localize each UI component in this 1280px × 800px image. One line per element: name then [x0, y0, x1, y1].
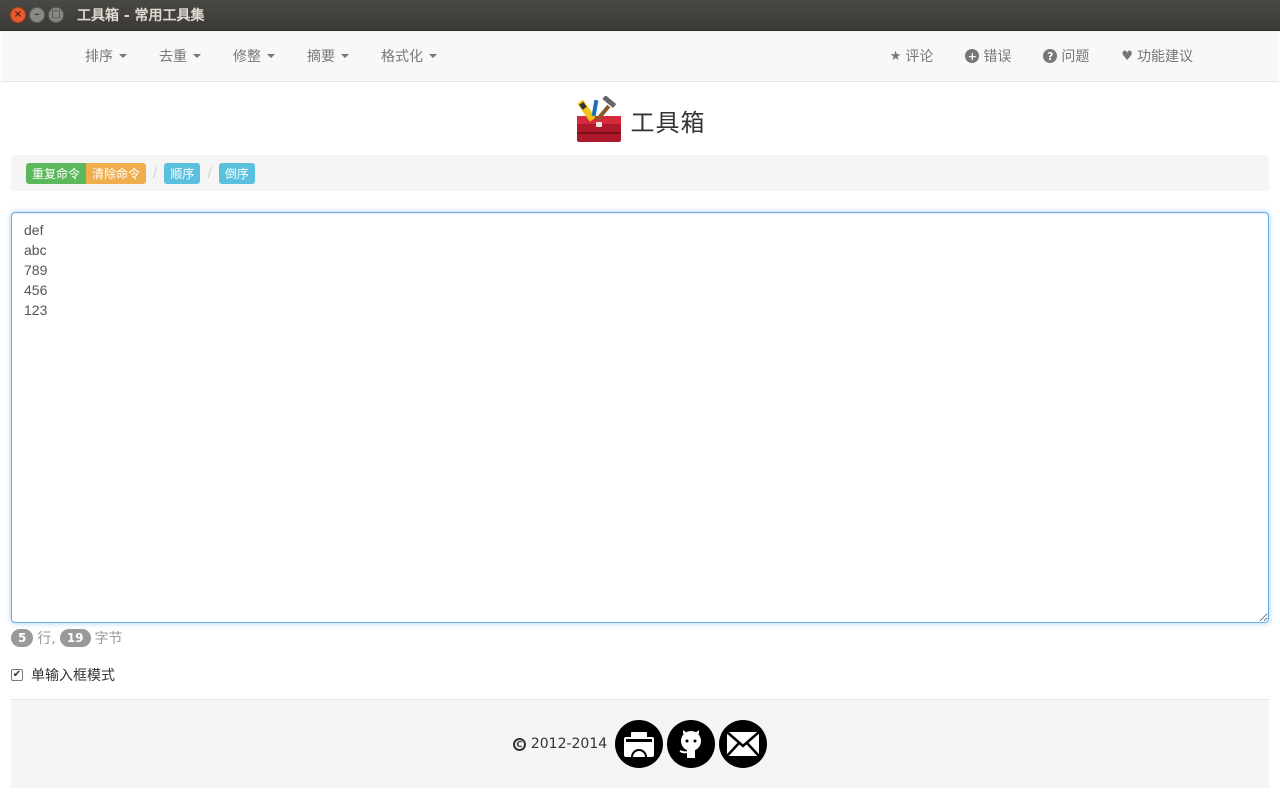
menu-format[interactable]: 格式化	[365, 31, 453, 81]
link-label: 错误	[983, 49, 1012, 65]
star-icon: ★	[889, 48, 902, 64]
caret-down-icon	[267, 54, 275, 58]
link-label: 评论	[905, 49, 934, 65]
close-window-button[interactable]: ×	[10, 7, 26, 23]
menu-label: 排序	[85, 49, 113, 65]
command-breadcrumb: 重复命令 清除命令 / 顺序 / 倒序	[11, 155, 1269, 191]
link-questions[interactable]: ? 问题	[1027, 31, 1105, 81]
clear-command-button[interactable]: 清除命令	[86, 162, 147, 184]
byte-count-unit: 字节	[94, 631, 123, 647]
window-controls: × – □	[10, 7, 64, 23]
navbar: 排序 去重 修整 摘要 格式化 ★ 评论 + 错误 ? 问题 ♥ 功能建议	[1, 31, 1279, 82]
link-feature-request[interactable]: ♥ 功能建议	[1105, 31, 1209, 81]
menu-trim[interactable]: 修整	[217, 31, 291, 81]
heart-icon: ♥	[1121, 48, 1133, 64]
question-circle-icon: ?	[1043, 49, 1058, 63]
link-comments[interactable]: ★ 评论	[874, 31, 950, 81]
repeat-command-button[interactable]: 重复命令	[26, 162, 87, 184]
page-title: 工具箱	[630, 108, 706, 137]
menu-sort[interactable]: 排序	[69, 31, 143, 81]
footer: C 2012-2014	[11, 699, 1269, 788]
window-title: 工具箱 - 常用工具集	[77, 8, 205, 24]
breadcrumb-divider: /	[153, 165, 158, 181]
copyright-years: 2012-2014	[530, 736, 608, 752]
caret-down-icon	[341, 54, 349, 58]
single-input-mode-option: ✔ 单输入框模式	[11, 665, 115, 685]
window-titlebar: × – □ 工具箱 - 常用工具集	[0, 0, 1280, 31]
copyright: C 2012-2014	[512, 736, 608, 752]
mail-icon[interactable]	[719, 720, 768, 768]
menu-digest[interactable]: 摘要	[291, 31, 365, 81]
minimize-window-button[interactable]: –	[29, 7, 45, 23]
toolbox-logo-icon	[576, 96, 621, 142]
text-input-area[interactable]	[11, 212, 1269, 623]
page-header: 工具箱	[0, 95, 1280, 145]
caret-down-icon	[429, 54, 437, 58]
single-input-mode-checkbox[interactable]: ✔	[11, 669, 23, 681]
command-button-group: 重复命令 清除命令	[26, 162, 147, 184]
reverse-command-label[interactable]: 倒序	[218, 162, 255, 184]
line-count-unit: 行,	[37, 631, 56, 647]
line-count-badge: 5	[11, 629, 34, 647]
plus-circle-icon: +	[965, 49, 980, 63]
maximize-window-button[interactable]: □	[48, 7, 64, 23]
breadcrumb-divider: /	[207, 165, 212, 181]
caret-down-icon	[193, 54, 201, 58]
order-command-label[interactable]: 顺序	[164, 162, 201, 184]
menu-label: 格式化	[381, 49, 423, 65]
nav-menus: 排序 去重 修整 摘要 格式化	[69, 31, 453, 81]
menu-label: 摘要	[307, 49, 335, 65]
link-label: 功能建议	[1137, 49, 1193, 65]
github-icon[interactable]	[667, 720, 716, 768]
camera-icon[interactable]	[615, 720, 664, 768]
menu-label: 去重	[159, 49, 187, 65]
link-bugs[interactable]: + 错误	[949, 31, 1027, 81]
copyright-icon: C	[512, 737, 526, 751]
single-input-mode-label[interactable]: 单输入框模式	[31, 665, 115, 685]
nav-links: ★ 评论 + 错误 ? 问题 ♥ 功能建议	[874, 31, 1209, 81]
byte-count-badge: 19	[59, 629, 91, 647]
link-label: 问题	[1061, 49, 1090, 65]
text-stats: 5 行, 19 字节	[11, 628, 127, 648]
caret-down-icon	[119, 54, 127, 58]
menu-label: 修整	[233, 49, 261, 65]
menu-dedupe[interactable]: 去重	[143, 31, 217, 81]
